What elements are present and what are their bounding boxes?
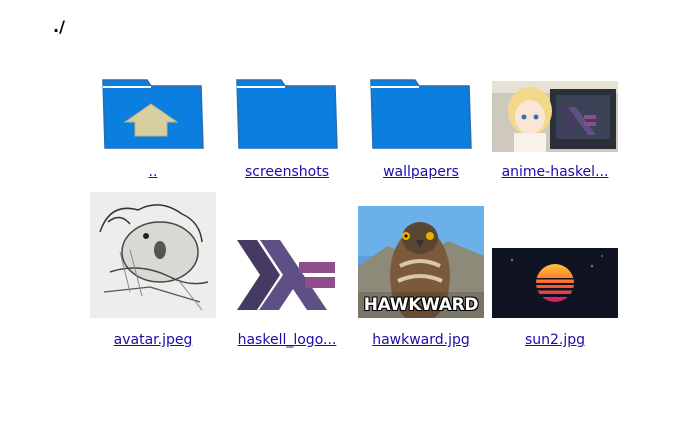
file-name[interactable]: haskell_logo... xyxy=(238,332,337,348)
folder-screenshots[interactable]: screenshots xyxy=(220,60,354,190)
folder-icon xyxy=(357,60,485,152)
image-thumbnail xyxy=(89,190,217,318)
file-name[interactable]: sun2.jpg xyxy=(525,332,585,348)
folder-wallpapers[interactable]: wallpapers xyxy=(354,60,488,190)
file-anime-haskell[interactable]: anime-haskel... xyxy=(488,60,622,190)
folder-name[interactable]: screenshots xyxy=(245,164,329,180)
file-avatar[interactable]: avatar.jpeg xyxy=(86,190,220,367)
image-thumbnail: HAWKWARD xyxy=(357,190,485,318)
file-sun2[interactable]: sun2.jpg xyxy=(488,190,622,367)
folder-name[interactable]: wallpapers xyxy=(383,164,459,180)
folder-parent[interactable]: .. xyxy=(86,60,220,190)
folder-icon xyxy=(223,60,351,152)
file-name[interactable]: avatar.jpeg xyxy=(114,332,193,348)
file-name[interactable]: hawkward.jpg xyxy=(372,332,470,348)
meme-caption: HAWKWARD xyxy=(363,295,479,315)
image-thumbnail xyxy=(491,190,619,318)
file-hawkward[interactable]: HAWKWARD hawkward.jpg xyxy=(354,190,488,367)
haskell-logo-icon xyxy=(223,190,351,318)
file-name[interactable]: anime-haskel... xyxy=(502,164,609,180)
file-grid: .. screenshots wallpapers anime-haskel..… xyxy=(86,60,622,367)
file-haskell-logo[interactable]: haskell_logo... xyxy=(220,190,354,367)
folder-up-icon xyxy=(89,60,217,152)
folder-name[interactable]: .. xyxy=(149,164,158,180)
image-thumbnail xyxy=(491,60,619,152)
current-path: ./ xyxy=(53,17,65,36)
